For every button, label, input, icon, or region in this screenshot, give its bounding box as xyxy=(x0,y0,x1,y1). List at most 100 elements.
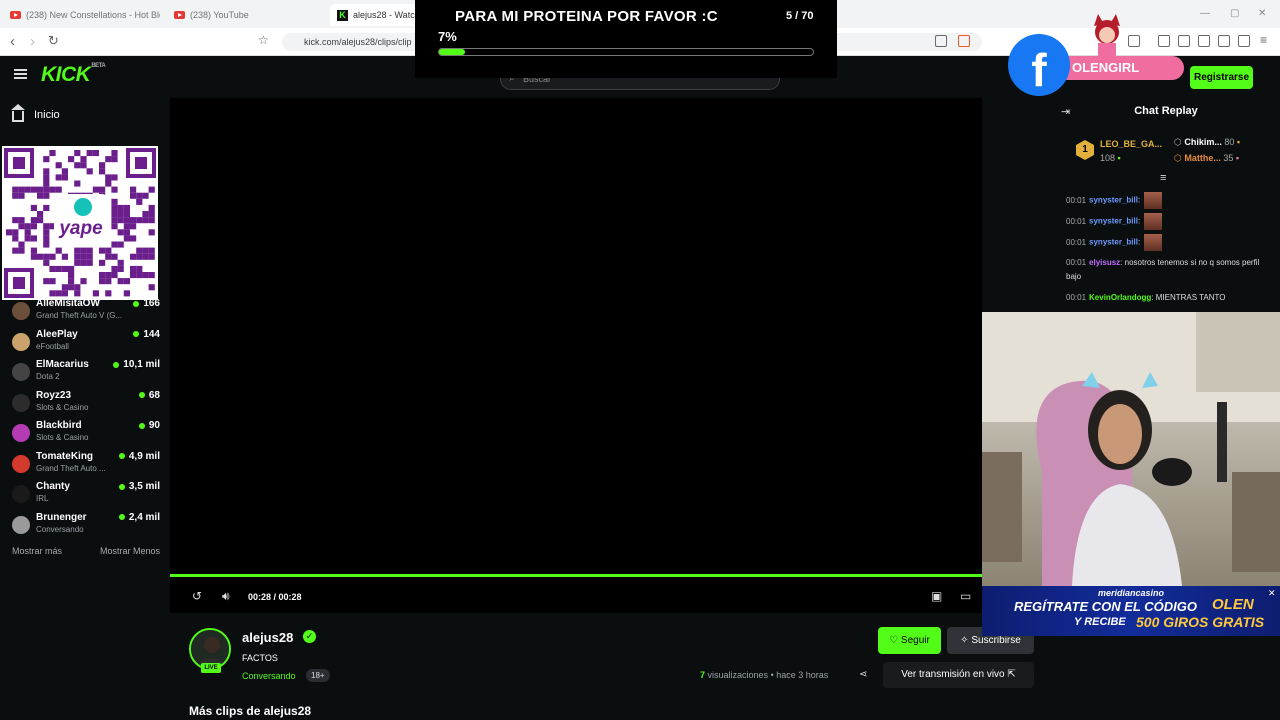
browser-tab-active[interactable]: K alejus28 - Watch xyxy=(330,4,418,26)
live-dot-icon xyxy=(133,300,140,307)
show-more-link[interactable]: Mostrar más xyxy=(12,546,62,556)
viewer-count: 4,9 mil xyxy=(128,450,160,462)
close-icon[interactable]: ✕ xyxy=(1268,588,1276,599)
channel-category: Slots & Casino xyxy=(36,433,89,442)
sidebar-item-home[interactable]: Inicio xyxy=(11,104,60,122)
kick-icon: K xyxy=(337,9,348,21)
browser-tab[interactable]: (238) New Constellations - Hot Blood xyxy=(10,4,160,26)
close-icon[interactable]: ✕ xyxy=(1258,8,1266,19)
video-player[interactable] xyxy=(170,98,982,574)
goal-progress-bar xyxy=(438,48,814,56)
sidebar-channel-item[interactable]: Blackbird Slots & Casino 90 xyxy=(12,418,160,448)
channel-avatar xyxy=(12,363,30,381)
live-dot-icon xyxy=(138,422,145,429)
channel-category: IRL xyxy=(36,494,49,503)
maximize-icon[interactable]: ▢ xyxy=(1230,8,1239,19)
channel-viewers: 4,9 mil xyxy=(118,450,160,462)
sidebar-channel-item[interactable]: TomateKing Grand Theft Auto ... 4,9 mil xyxy=(12,449,160,479)
logo-badge: BETA xyxy=(91,63,106,69)
browser-tab[interactable]: (238) YouTube xyxy=(174,4,324,26)
chat-message: 00:01 elyisusz: nosotros tenemos si no q … xyxy=(1066,258,1260,281)
chat-username[interactable]: synyster_bill xyxy=(1089,217,1138,226)
total-time: 00:28 xyxy=(278,592,302,602)
theater-mode-icon[interactable]: ▭ xyxy=(960,589,971,603)
channel-avatar xyxy=(12,424,30,442)
share-icon[interactable]: ⋖ xyxy=(859,669,867,680)
extensions-icon[interactable] xyxy=(1128,35,1140,47)
vpn-icon[interactable] xyxy=(1238,35,1250,47)
views-label: visualizaciones xyxy=(707,670,769,680)
chat-username[interactable]: elyisusz xyxy=(1089,258,1120,267)
bookmark-icon[interactable]: ☆ xyxy=(258,33,269,47)
age-badge: 18+ xyxy=(306,669,330,682)
channel-viewers: 90 xyxy=(138,420,160,431)
streamer-name[interactable]: alejus28 xyxy=(242,630,293,645)
more-clips-heading: Más clips de alejus28 xyxy=(189,704,312,718)
register-button[interactable]: Registrarse xyxy=(1190,66,1253,89)
sidebar-channel-item[interactable]: AleePlay eFootball 144 xyxy=(12,327,160,357)
leo-icon[interactable] xyxy=(1218,35,1230,47)
channel-avatar xyxy=(12,515,30,534)
hamburger-icon[interactable] xyxy=(14,69,27,79)
goal-title: PARA MI PROTEINA POR FAVOR :C xyxy=(455,8,718,25)
youtube-icon xyxy=(10,11,21,19)
channel-viewers: 144 xyxy=(133,329,160,340)
forward-icon[interactable]: › xyxy=(30,33,35,50)
replay-icon[interactable]: ↺ xyxy=(192,589,202,603)
chat-username[interactable]: synyster_bill xyxy=(1089,196,1138,205)
goal-overlay: PARA MI PROTEINA POR FAVOR :C 5 / 70 7% xyxy=(415,0,837,78)
sidebar-channel-item[interactable]: Chanty IRL 3,5 mil xyxy=(12,479,160,509)
viewer-count: 90 xyxy=(148,420,160,431)
show-less-link[interactable]: Mostrar Menos xyxy=(100,546,160,556)
verified-icon: ✓ xyxy=(303,630,316,643)
channel-name: Chanty xyxy=(36,481,70,492)
sidebar-channel-item[interactable]: Royz23 Slots & Casino 68 xyxy=(12,388,160,418)
volume-icon[interactable]: 🔊︎ xyxy=(222,589,230,604)
webcam-overlay xyxy=(982,312,1280,586)
sidebar-icon[interactable] xyxy=(1178,35,1190,47)
brave-icon[interactable] xyxy=(958,35,970,47)
live-dot-icon xyxy=(133,331,140,337)
top-gifter-name[interactable]: LEO_BE_GA... xyxy=(1100,139,1162,149)
miniplayer-icon[interactable]: ▣ xyxy=(931,589,942,603)
menu-icon[interactable]: ≡ xyxy=(1260,33,1267,47)
stream-title: FACTOS xyxy=(242,653,278,663)
chat-message: 00:01 synyster_bill: xyxy=(1066,213,1271,230)
sidebar-channel-item[interactable]: Brunenger Conversando 2,4 mil xyxy=(12,510,160,540)
message-text: MIENTRAS TANTO xyxy=(1155,293,1226,302)
subscribe-label: Suscribirse xyxy=(971,635,1021,646)
chat-username[interactable]: synyster_bill xyxy=(1089,238,1138,247)
follow-label: Seguir xyxy=(900,635,930,646)
live-dot-icon xyxy=(118,483,125,490)
kick-logo[interactable]: KICKBETA xyxy=(41,63,106,87)
channel-avatar xyxy=(12,485,30,503)
reload-icon[interactable]: ↻ xyxy=(48,33,59,49)
viewer-count: 144 xyxy=(143,328,160,340)
goal-count: 5 / 70 xyxy=(786,10,814,22)
wallet-icon[interactable] xyxy=(1198,35,1210,47)
gifter-name: Matthe... xyxy=(1184,153,1221,163)
rank-icon: ⬡ xyxy=(1174,137,1185,147)
expand-leaderboard-icon[interactable]: ≡ xyxy=(1160,172,1166,184)
channel-viewers: 3,5 mil xyxy=(118,481,160,492)
logo-text: KICK xyxy=(41,63,91,86)
share-icon[interactable] xyxy=(935,35,947,47)
casino-line2: Y RECIBE xyxy=(1074,616,1126,628)
music-icon[interactable] xyxy=(1158,35,1170,47)
gifter-row[interactable]: ⬡ Matthe... 35 ▪ xyxy=(1174,153,1239,164)
back-icon[interactable]: ‹ xyxy=(10,33,15,50)
emote-icon xyxy=(1144,234,1163,251)
posted-time: • hace 3 horas xyxy=(770,670,829,680)
watch-live-button[interactable]: Ver transmisión en vivo ⇱ xyxy=(883,662,1034,688)
chat-username[interactable]: KevinOrlandogg xyxy=(1089,293,1151,302)
viewer-count: 3,5 mil xyxy=(128,481,160,492)
follow-button[interactable]: ♡ Seguir xyxy=(878,627,941,654)
gifter-row[interactable]: ⬡ Chikim... 80 ▪ xyxy=(1174,137,1240,148)
sidebar-channel-item[interactable]: ElMacarius Dota 2 10,1 mil xyxy=(12,357,160,387)
sidebar-channel-item[interactable]: AlleMisitaOW Grand Theft Auto V (G... 166 xyxy=(12,296,160,326)
category-link[interactable]: Conversando xyxy=(242,671,296,681)
viewer-count: 68 xyxy=(148,389,160,401)
casino-line1: REGÍTRATE CON EL CÓDIGO xyxy=(1014,599,1197,614)
gift-icon: ▪ xyxy=(1236,137,1241,147)
minimize-icon[interactable]: — xyxy=(1200,8,1210,19)
